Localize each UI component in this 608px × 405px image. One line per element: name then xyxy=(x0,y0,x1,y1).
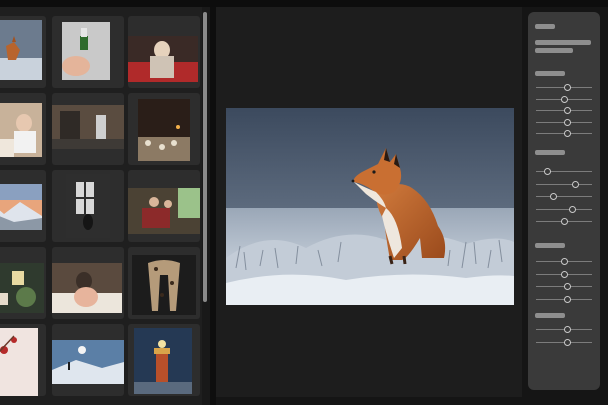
thumbnail-snowy-mountains-sunset xyxy=(0,184,42,230)
slider-knob[interactable] xyxy=(569,205,576,213)
thumbnail-red-berries xyxy=(0,328,38,396)
main-photo-red-fox[interactable] xyxy=(226,108,514,305)
adjustment-slider[interactable] xyxy=(536,118,592,126)
thumbnail-cell[interactable] xyxy=(128,247,200,319)
thumbnail-hand-holding-nail-polish xyxy=(62,22,110,80)
slider-track[interactable] xyxy=(536,196,592,197)
adjustment-slider[interactable] xyxy=(536,338,592,346)
thumbnail-fox-in-snow xyxy=(0,20,42,80)
slider-knob[interactable] xyxy=(550,193,557,200)
adjustment-slider[interactable] xyxy=(536,107,592,114)
thumbnail-family-dinner xyxy=(0,103,42,157)
section-label-color xyxy=(535,150,565,155)
adjustment-slider[interactable] xyxy=(536,193,592,200)
thumbnail-group-of-people-outdoors xyxy=(128,188,200,234)
thumbnail-kitchen-interior xyxy=(52,105,124,149)
thumbnail-cell[interactable] xyxy=(128,93,200,165)
adjustment-slider[interactable] xyxy=(536,258,592,265)
thumbnail-cell[interactable] xyxy=(52,16,124,88)
thumbnail-cell[interactable] xyxy=(0,247,46,319)
slider-knob[interactable] xyxy=(564,338,571,346)
section-label-light xyxy=(535,71,565,76)
grid-scrollbar-thumb[interactable] xyxy=(203,12,207,302)
adjustment-slider[interactable] xyxy=(536,95,592,103)
adjustment-slider[interactable] xyxy=(536,84,592,91)
adjustment-slider[interactable] xyxy=(536,168,592,175)
thumbnail-leopard-scarf xyxy=(132,255,196,315)
section-label-effects xyxy=(535,243,565,248)
thumbnail-hiker-in-snow xyxy=(52,340,124,384)
slider-knob[interactable] xyxy=(564,326,571,333)
adjustment-slider[interactable] xyxy=(536,326,592,333)
slider-knob[interactable] xyxy=(564,118,571,126)
slider-knob[interactable] xyxy=(564,130,571,137)
thumbnail-woman-on-red-couch xyxy=(128,36,198,82)
thumbnail-cell[interactable] xyxy=(0,324,46,396)
thumbnail-window-silhouette xyxy=(66,174,110,238)
thumbnail-cell[interactable] xyxy=(52,170,124,242)
panel-control-bar[interactable] xyxy=(535,48,573,53)
slider-track[interactable] xyxy=(536,208,592,210)
slider-track[interactable] xyxy=(536,183,592,185)
thumbnail-cell[interactable] xyxy=(0,93,46,165)
adjustment-slider[interactable] xyxy=(536,130,592,137)
thumbnail-woman-in-blanket xyxy=(52,263,122,313)
thumbnail-cell[interactable] xyxy=(52,93,124,165)
slider-knob[interactable] xyxy=(561,95,568,103)
slider-knob[interactable] xyxy=(564,107,571,114)
thumbnail-cell[interactable] xyxy=(0,170,46,242)
adjustments-panel xyxy=(528,12,600,390)
adjustment-slider[interactable] xyxy=(536,270,592,278)
thumbnail-candle-table-setting xyxy=(138,99,190,161)
slider-knob[interactable] xyxy=(564,283,571,290)
thumbnail-cell[interactable] xyxy=(128,324,200,396)
panel-header-label xyxy=(535,24,555,29)
photo-grid xyxy=(0,7,202,405)
adjustment-slider[interactable] xyxy=(536,283,592,290)
thumbnail-cell[interactable] xyxy=(128,16,200,88)
slider-knob[interactable] xyxy=(572,180,579,188)
slider-knob[interactable] xyxy=(564,84,571,91)
thumbnail-tea-and-snacks xyxy=(0,263,44,313)
slider-knob[interactable] xyxy=(564,295,571,303)
slider-knob[interactable] xyxy=(561,270,568,278)
thumbnail-cell[interactable] xyxy=(52,324,124,396)
thumbnail-cell[interactable] xyxy=(0,16,46,88)
thumbnail-cell[interactable] xyxy=(52,247,124,319)
slider-knob[interactable] xyxy=(544,168,551,175)
slider-knob[interactable] xyxy=(561,258,568,265)
adjustment-slider[interactable] xyxy=(536,180,592,188)
thumbnail-cell[interactable] xyxy=(128,170,200,242)
adjustment-slider[interactable] xyxy=(536,205,592,213)
slider-knob[interactable] xyxy=(561,218,568,225)
adjustment-slider[interactable] xyxy=(536,295,592,303)
adjustment-slider[interactable] xyxy=(536,218,592,225)
panel-control-bar[interactable] xyxy=(535,40,591,45)
window-top-bar xyxy=(0,0,608,7)
section-label-detail xyxy=(535,313,565,318)
thumbnail-lighthouse-at-night xyxy=(134,328,192,394)
